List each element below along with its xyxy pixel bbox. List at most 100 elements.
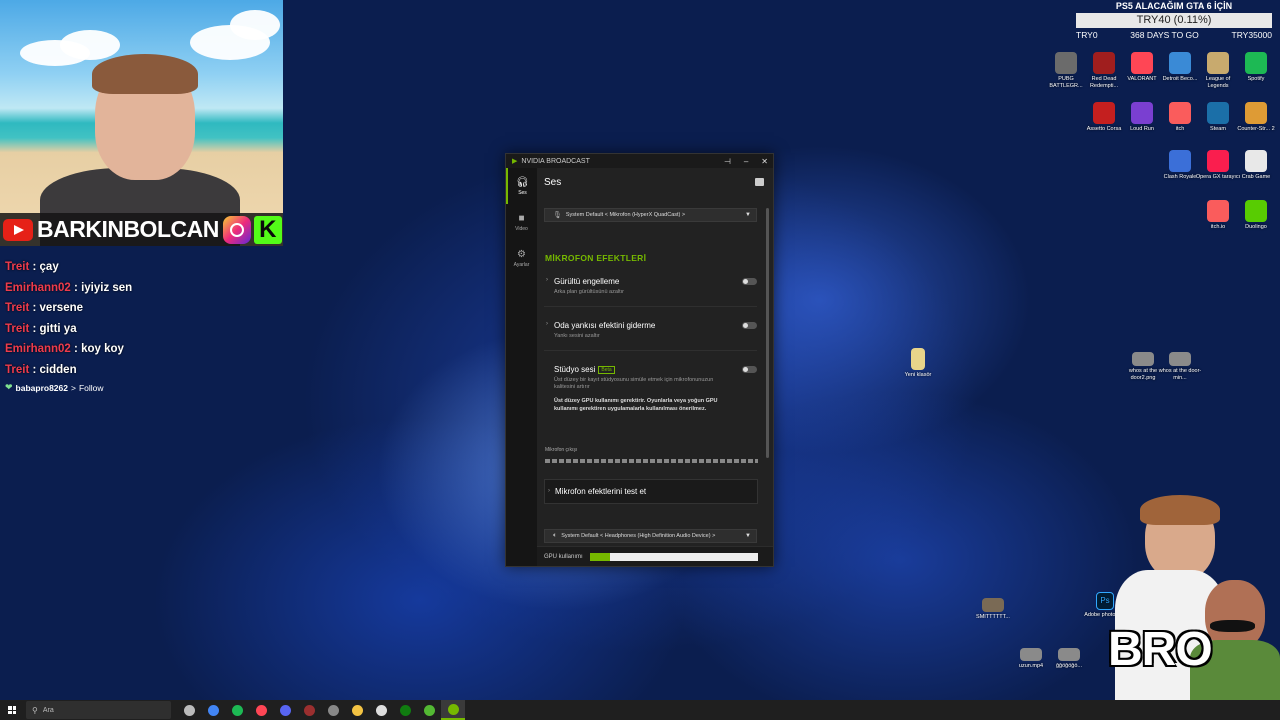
capcut-icon[interactable] [369,700,393,720]
chat-text: gitti ya [39,322,77,335]
valorant-icon-glyph [255,704,267,716]
obs-icon-glyph [303,704,315,716]
chevron-down-icon: ▼ [745,533,751,539]
shortcut-label: Detroit Beco... [1162,76,1198,82]
chevron-right-icon: › [548,488,550,494]
chevron-right-icon[interactable]: › [546,321,548,327]
shortcut-label: itch.io [1210,224,1226,230]
desktop-file-smit[interactable]: SMITTTTTT... [970,598,1016,621]
youtube-icon [3,218,33,241]
shortcut-label: Duolingo [1245,224,1267,230]
minimize-button[interactable]: – [744,157,748,166]
microphone-source-select[interactable]: 🎙︎ System Default < Mikrofon (HyperX Qua… [544,208,757,222]
goal-title: PS5 ALACAĞIM GTA 6 İÇİN [1115,1,1233,11]
shortcut-label: Loud Run [1130,126,1154,132]
discord-icon-glyph [279,704,291,716]
spotify-icon-glyph [231,704,243,716]
xbox-bar-icon-glyph [183,704,195,716]
app-icon [1169,150,1191,172]
spotify-icon[interactable] [225,700,249,720]
app-icon [1093,52,1115,74]
shortcut-label: League of Legends [1205,76,1231,89]
page-title: Ses [544,177,562,188]
shortcut-label: PUBG BATTLEGR... [1049,76,1083,89]
chat-separator: : [29,261,40,273]
explorer-icon[interactable] [345,700,369,720]
effect-noise-removal: › Gürültü engelleme Arka plan gürültüsünü… [544,277,757,307]
shortcut-label: Clash Royale [1163,174,1197,180]
chat-message: Treit : cidden [5,360,275,381]
chat-text: çay [39,261,59,273]
chat-username: Treit [5,261,30,273]
broadcast-sidebar: 🎧︎ Ses ■ Video ⚙ Ayarlar [506,168,537,566]
shortcut-label: Steam [1210,126,1226,132]
chat-separator: : [70,281,82,294]
desktop-shortcut[interactable]: Duolingo [1233,200,1279,231]
chat-username: Treit [5,363,30,376]
app-icon [1055,52,1077,74]
shortcut-label: itch [1175,126,1185,132]
studio-voice-toggle[interactable] [742,366,757,373]
nvidia-broadcast-icon[interactable] [441,700,465,720]
close-button[interactable]: ✕ [761,157,768,166]
video-icon [982,598,1004,612]
speaker-source-select[interactable]: 🔈︎ System Default < Headphones (High Def… [544,529,757,543]
obs-icon[interactable] [297,700,321,720]
beta-badge: Beta [598,365,615,374]
discord-icon[interactable] [273,700,297,720]
stream-goal: PS5 ALACAĞIM GTA 6 İÇİN TRY40 (0.11%) TR… [1076,0,1272,40]
chat-username: Emirhann02 [5,343,71,355]
chat-text: versene [39,302,84,314]
shortcut-label: Crab Game [1241,174,1271,180]
desktop-shortcut[interactable]: Crab Game [1233,150,1279,181]
desktop-file-door-min[interactable]: whos at the door-min... [1157,352,1203,382]
desktop-file-misc[interactable]: ğğöğöğö... [1046,648,1092,670]
calculator-icon[interactable] [321,700,345,720]
valorant-icon[interactable] [249,700,273,720]
image-icon [1132,352,1154,366]
effect-studio-voice: Stüdyo sesi Beta Üst düzey bir kayıt stüd… [544,365,757,429]
search-icon: ⚲ [32,705,38,715]
desktop-folder-new[interactable]: Yeni klasör [895,348,941,379]
chat-separator: : [70,343,82,355]
taskbar: ⚲ Ara [0,700,1280,720]
taskbar-search[interactable]: ⚲ Ara [26,701,171,719]
chevron-right-icon[interactable]: › [546,277,548,283]
video-icon [1020,648,1042,661]
app-icon [1207,52,1229,74]
echo-removal-toggle[interactable] [742,322,757,329]
test-effects-button[interactable]: › Mikrofon efektlerini test et [544,479,758,504]
desktop-shortcut[interactable]: Counter-Str... 2 [1233,102,1279,133]
headset-icon: 🎧︎ [516,176,529,188]
noise-removal-toggle[interactable] [742,278,757,285]
kick-icon: K [253,215,282,244]
pin-icon[interactable]: ⊣ [724,157,731,166]
chat-username: Treit [5,302,30,314]
gpu-usage-bar [589,552,758,561]
sidebar-item-video[interactable]: ■ Video [506,204,537,240]
chrome-icon[interactable] [201,700,225,720]
instagram-icon [222,215,251,244]
gpu-label: GPU kullanımı [544,553,583,560]
gamepass-icon-glyph [423,704,435,716]
nvidia-broadcast-window: ▶ NVIDIA BROADCAST ⊣ – ✕ 🎧︎ Ses ■ Video … [505,153,774,567]
broadcast-content: Ses 🎙︎ System Default < Mikrofon (HyperX… [537,168,773,566]
gpu-usage-row: GPU kullanımı [537,546,773,566]
xbox-bar-icon[interactable] [177,700,201,720]
feedback-icon[interactable] [755,178,764,186]
app-icon [1245,52,1267,74]
app-icon [1245,102,1267,124]
app-icon [1093,102,1115,124]
chat-overlay: Treit : çay Emirhann02 : iyiyiz sen Treit … [5,257,275,393]
follower-name: babapro8262 [15,382,68,393]
xbox-icon[interactable] [393,700,417,720]
start-button[interactable] [8,706,16,714]
gamepass-icon[interactable] [417,700,441,720]
window-title: NVIDIA BROADCAST [521,157,590,165]
gpu-usage-fill [589,552,610,561]
desktop-shortcut[interactable]: Spotify [1233,52,1279,83]
sidebar-item-ses[interactable]: 🎧︎ Ses [506,168,537,204]
scrollbar[interactable] [766,208,769,458]
sidebar-item-ayarlar[interactable]: ⚙ Ayarlar [506,240,537,276]
chat-separator: : [29,363,40,376]
